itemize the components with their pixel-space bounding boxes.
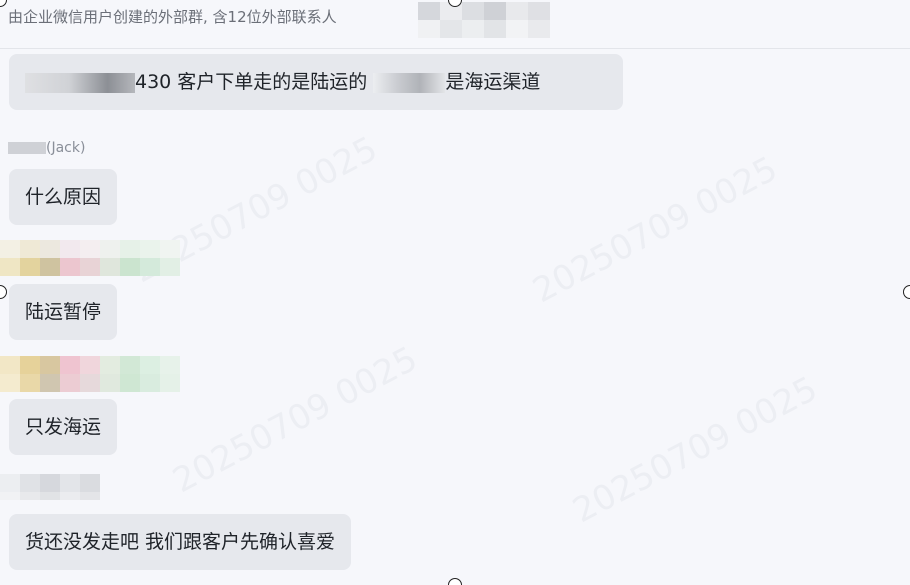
message-bubble[interactable]: 430 客户下单走的是陆运的 是海运渠道 (9, 54, 623, 110)
message-text: 陆运暂停 (25, 301, 102, 323)
message-bubble[interactable]: 只发海运 (9, 399, 118, 455)
redacted-block (8, 142, 46, 154)
message-text: 什么原因 (25, 186, 102, 208)
redacted-block (25, 72, 135, 93)
watermark: 20250709 0025 (566, 368, 824, 532)
group-description: 由企业微信用户创建的外部群, 含12位外部联系人 (8, 8, 337, 26)
watermark: 20250709 0025 (166, 338, 424, 502)
message-text: 430 客户下单走的是陆运的 (135, 71, 368, 93)
group-header: 由企业微信用户创建的外部群, 含12位外部联系人 (0, 0, 910, 49)
watermark: 20250709 0025 (526, 148, 784, 312)
message-text-tail: 是海运渠道 (445, 71, 541, 93)
resize-handle-left[interactable] (0, 285, 7, 299)
chat-window: 20250709 0025 20250709 0025 20250709 002… (0, 0, 910, 585)
redacted-sender (0, 356, 180, 392)
redacted-sender (0, 474, 100, 500)
message-text: 只发海运 (25, 416, 102, 438)
message-text: 货还没发走吧 我们跟客户先确认喜爱 (25, 531, 336, 553)
resize-handle-right[interactable] (903, 285, 910, 299)
redacted-block (418, 2, 550, 38)
resize-handle-bottom[interactable] (448, 578, 462, 585)
message-bubble[interactable]: 陆运暂停 (9, 284, 118, 340)
redacted-sender (0, 240, 180, 276)
sender-name: (Jack) (8, 140, 85, 156)
message-bubble[interactable]: 货还没发走吧 我们跟客户先确认喜爱 (9, 514, 352, 570)
message-bubble[interactable]: 什么原因 (9, 169, 118, 225)
redacted-block (373, 72, 446, 93)
